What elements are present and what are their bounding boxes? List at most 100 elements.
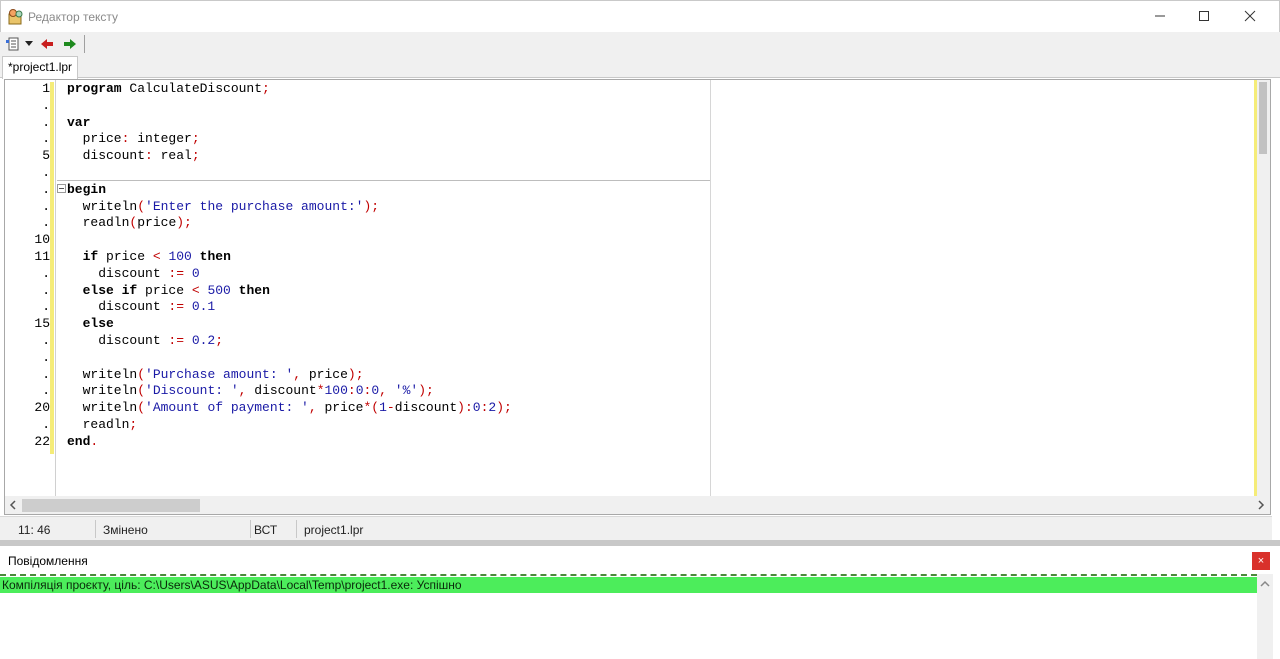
code-line[interactable]: discount := 0.1 xyxy=(67,298,215,315)
messages-title: Повідомлення xyxy=(8,554,88,568)
app-icon xyxy=(7,8,25,26)
close-window-button[interactable] xyxy=(1227,1,1273,33)
code-token: price xyxy=(316,400,364,416)
code-line[interactable]: price: integer; xyxy=(67,130,200,147)
window-title: Редактор тексту xyxy=(28,10,119,24)
code-line[interactable]: else if price < 500 then xyxy=(67,282,270,299)
code-token: := xyxy=(168,333,185,348)
dropdown-arrow-icon[interactable] xyxy=(24,36,34,52)
line-number: . xyxy=(42,333,50,348)
code-token: ; xyxy=(215,333,224,348)
code-token: ( xyxy=(137,198,146,214)
modified-status: Змінено xyxy=(103,523,148,537)
messages-close-button[interactable]: × xyxy=(1252,552,1270,570)
code-line[interactable]: var xyxy=(67,114,90,131)
code-token: else xyxy=(67,316,114,332)
new-file-icon[interactable] xyxy=(6,36,20,52)
code-line[interactable]: writeln('Amount of payment: ', price*(1-… xyxy=(67,399,512,416)
scroll-right-icon[interactable] xyxy=(1254,498,1268,512)
line-number: . xyxy=(42,114,50,130)
code-token: real xyxy=(152,148,192,164)
status-divider xyxy=(296,520,297,538)
editor-vertical-scrollbar[interactable] xyxy=(1254,80,1270,496)
back-arrow-icon[interactable] xyxy=(40,36,54,52)
code-token: := xyxy=(168,265,185,281)
tab-project1[interactable]: *project1.lpr xyxy=(2,56,79,79)
code-line[interactable]: discount: real; xyxy=(67,147,200,164)
status-filename: project1.lpr xyxy=(304,523,364,537)
code-token: ); xyxy=(418,383,434,399)
maximize-button[interactable] xyxy=(1181,1,1227,33)
code-token: ; xyxy=(262,81,270,96)
line-number: . xyxy=(42,417,50,432)
code-token: price xyxy=(67,131,122,147)
code-line[interactable]: discount := 0 xyxy=(67,265,200,282)
line-number: 20 xyxy=(34,400,50,416)
code-token: 1 xyxy=(379,400,387,416)
code-line[interactable]: writeln('Enter the purchase amount:'); xyxy=(67,198,379,215)
horizontal-scroll-thumb[interactable] xyxy=(22,499,200,512)
minimize-icon xyxy=(1154,10,1166,25)
scroll-left-icon[interactable] xyxy=(6,498,20,512)
code-token: 0 xyxy=(184,265,200,281)
code-line[interactable]: else xyxy=(67,315,114,332)
code-token: : xyxy=(347,383,356,399)
message-line[interactable]: Компіляція проєкту, ціль: C:\Users\ASUS\… xyxy=(0,577,1257,593)
code-token: else if xyxy=(67,282,138,298)
code-editor[interactable]: 1... 5.... 10 11... 15.... 20. 22 program Calc… xyxy=(4,79,1271,515)
toolbar-separator xyxy=(84,35,85,53)
code-token: writeln xyxy=(67,366,138,382)
code-token: * xyxy=(316,383,325,399)
messages-vertical-scrollbar[interactable] xyxy=(1257,574,1273,659)
vertical-scroll-thumb[interactable] xyxy=(1259,82,1267,154)
code-line[interactable]: end. xyxy=(67,433,98,450)
code-token: , xyxy=(293,366,302,382)
code-token: : xyxy=(145,148,153,164)
code-line[interactable]: readln(price); xyxy=(67,214,192,231)
code-token: discount xyxy=(394,400,458,416)
code-token: ; xyxy=(129,417,138,432)
code-token: , xyxy=(379,383,387,399)
code-token: ; xyxy=(191,148,200,164)
forward-arrow-icon[interactable] xyxy=(63,36,77,52)
close-icon xyxy=(1244,10,1256,25)
code-token: CalculateDiscount xyxy=(121,81,263,96)
code-token: price xyxy=(301,366,348,382)
code-token: 'Discount: ' xyxy=(145,383,239,399)
section-separator xyxy=(57,180,710,181)
code-token: price xyxy=(137,282,192,298)
editor-horizontal-scrollbar[interactable] xyxy=(5,496,1270,514)
code-token: 500 xyxy=(199,282,231,298)
minimize-button[interactable] xyxy=(1137,1,1183,33)
line-number: . xyxy=(42,349,50,365)
code-token: if xyxy=(67,249,99,264)
code-line[interactable]: program CalculateDiscount; xyxy=(67,80,270,97)
code-line[interactable]: readln; xyxy=(67,416,138,433)
line-number: 1 xyxy=(42,81,50,96)
code-line[interactable]: writeln('Discount: ', discount*100:0:0, … xyxy=(67,382,434,399)
line-number: 15 xyxy=(34,316,50,332)
code-line[interactable]: discount := 0.2; xyxy=(67,332,223,349)
line-number: . xyxy=(42,198,50,214)
code-token: ( xyxy=(137,383,146,399)
code-line[interactable]: writeln('Purchase amount: ', price); xyxy=(67,366,364,383)
code-line[interactable]: if price < 100 then xyxy=(67,248,231,265)
code-token: writeln xyxy=(67,383,138,399)
fold-collapse-icon[interactable] xyxy=(57,184,66,193)
scroll-up-icon[interactable] xyxy=(1258,577,1272,591)
line-number: . xyxy=(42,131,50,147)
code-token: ); xyxy=(347,366,364,382)
insert-mode: ВСТ xyxy=(254,523,278,537)
code-token: writeln xyxy=(67,400,138,416)
line-number: . xyxy=(42,299,50,315)
modified-lines-marker xyxy=(50,82,54,454)
code-token: 0 xyxy=(371,383,380,399)
code-token: price xyxy=(98,249,153,264)
code-token: 'Amount of payment: ' xyxy=(145,400,309,416)
code-token: begin xyxy=(67,181,107,197)
code-line[interactable]: begin xyxy=(67,181,106,198)
code-token: discount xyxy=(67,299,169,315)
code-area[interactable]: program CalculateDiscount; var price: int… xyxy=(57,80,1253,496)
code-token: ( xyxy=(137,400,146,416)
code-token: then xyxy=(191,249,231,264)
